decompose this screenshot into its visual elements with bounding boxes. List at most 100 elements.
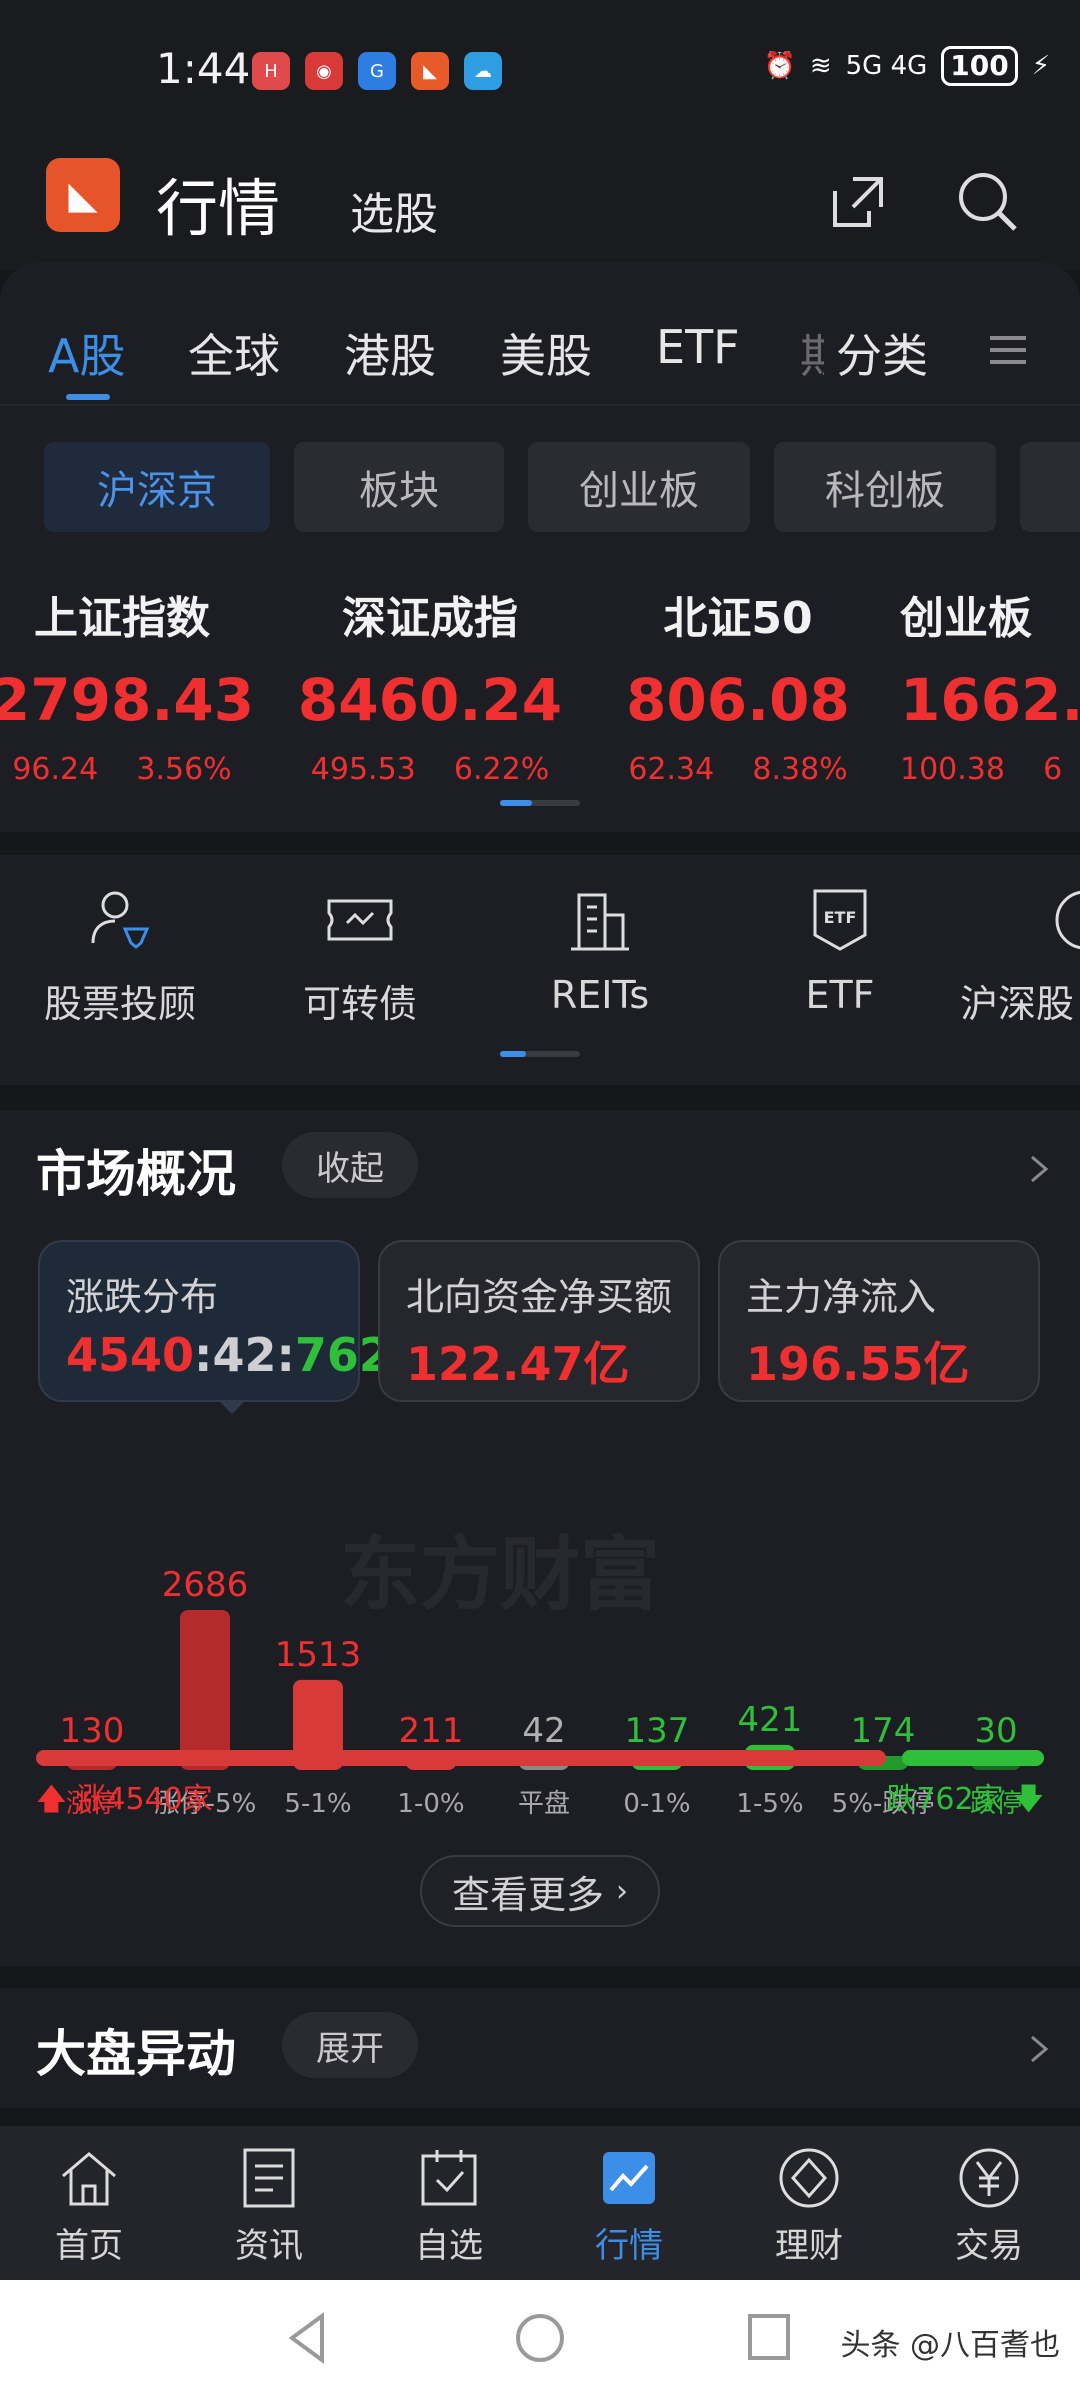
home-circle-icon[interactable]	[512, 2308, 568, 2368]
browser-icon: G	[358, 52, 396, 90]
etf-circle-icon	[1055, 890, 1080, 950]
card-advance-decline[interactable]: 涨跌分布 4540:42:762	[38, 1240, 391, 1414]
chip-sector[interactable]: 板块	[294, 442, 504, 532]
chip-star-market[interactable]: 科创板	[774, 442, 996, 532]
stock-picker-link[interactable]: 选股	[350, 178, 438, 242]
chart-value-label-8: 30	[974, 1711, 1017, 1751]
down-count-summary: 跌762家	[886, 1782, 1004, 1817]
tab-a-shares[interactable]: A股	[48, 320, 125, 386]
chart-value-label-4: 42	[522, 1711, 565, 1751]
card-northbound[interactable]: 北向资金净买额 122.47亿	[378, 1240, 700, 1402]
search-icon[interactable]	[948, 162, 1028, 242]
index-beijing50[interactable]: 北证50 806.08 62.34 8.38%	[588, 582, 888, 787]
chip-hushenjing[interactable]: 沪深京	[44, 442, 270, 532]
nav-wealth[interactable]: 理财	[744, 2146, 874, 2267]
cloud-icon: ☁	[464, 52, 502, 90]
quick-reits[interactable]: REITs	[500, 885, 700, 1017]
chart-category-label-4: 平盘	[518, 1789, 570, 1819]
nav-home[interactable]: 首页	[24, 2146, 154, 2267]
svg-text:ETF: ETF	[824, 908, 857, 927]
charging-icon: ⚡	[1031, 51, 1050, 81]
share-icon[interactable]	[818, 162, 898, 242]
wifi-icon: ≋	[809, 51, 832, 81]
tab-futures[interactable]: 期	[800, 320, 824, 386]
chart-category-label-6: 1-5%	[736, 1789, 803, 1819]
advisor-icon	[91, 891, 150, 949]
tab-etf[interactable]: ETF	[656, 320, 740, 374]
market-tabs-panel: A股 全球 港股 美股 ETF 期 分类 沪深京 板块 创业板 科创板 上证指数…	[0, 262, 1080, 832]
chart-value-label-0: 130	[60, 1711, 125, 1751]
chart-category-label-5: 0-1%	[623, 1789, 690, 1819]
tab-global[interactable]: 全球	[188, 320, 280, 386]
chart-value-label-3: 211	[399, 1711, 464, 1751]
status-bar: 1:44 H ◉ G ◣ ☁ ⏰ ≋ 5G 4G 100 ⚡	[0, 0, 1080, 140]
index-shanghai[interactable]: 上证指数 2798.43 96.24 3.56%	[0, 582, 272, 787]
alarm-icon: ⏰	[763, 51, 796, 81]
nav-watchlist[interactable]: 自选	[384, 2146, 514, 2267]
down-proportion-bar	[902, 1750, 1044, 1766]
quick-etf[interactable]: ETF ETF	[740, 885, 940, 1017]
quick-stock-advisor[interactable]: 股票投顾	[20, 885, 220, 1028]
battery-indicator: 100	[941, 46, 1018, 86]
card-main-inflow[interactable]: 主力净流入 196.55亿	[718, 1240, 1040, 1402]
chart-value-label-5: 137	[625, 1711, 690, 1751]
market-abnormal-section: 大盘异动 展开	[0, 1988, 1080, 2108]
nav-news[interactable]: 资讯	[204, 2146, 334, 2267]
arrow-down-icon: 🡇	[1013, 1782, 1044, 1817]
signal-icon: 5G 4G	[845, 51, 928, 81]
market-chart-icon	[603, 2152, 655, 2204]
market-overview: 市场概况 收起 涨跌分布 4540:42:762 北向资金净买额 122.47亿…	[0, 1110, 1080, 1966]
bottom-navigation: 首页 资讯 自选 行情 理财 交易	[0, 2126, 1080, 2280]
recent-apps-icon[interactable]	[744, 2310, 794, 2366]
index-chinext[interactable]: 创业板 1662. 100.38 6	[900, 582, 1080, 787]
expand-button[interactable]: 展开	[282, 2012, 418, 2078]
chart-value-label-1: 2686	[162, 1565, 249, 1605]
chip-more[interactable]	[1020, 442, 1080, 532]
app-logo: ◣	[46, 158, 120, 232]
trade-yen-icon	[959, 2148, 1019, 2208]
wealth-icon	[779, 2148, 839, 2208]
view-more-button[interactable]: 查看更多 ›	[420, 1855, 660, 1927]
chart-value-label-6: 421	[738, 1700, 803, 1740]
collapse-button[interactable]: 收起	[282, 1132, 418, 1198]
tab-us[interactable]: 美股	[500, 320, 592, 386]
home-icon	[62, 2152, 116, 2206]
tab-category[interactable]: 分类	[836, 320, 928, 386]
chart-category-label-3: 1-0%	[397, 1789, 464, 1819]
app-bar: ◣ 行情 选股	[0, 140, 1080, 270]
system-navigation: 头条 @八百耆也	[0, 2280, 1080, 2400]
news-icon	[243, 2148, 295, 2208]
bond-icon	[327, 899, 393, 941]
watchlist-icon	[421, 2150, 477, 2206]
chart-bar-1	[180, 1610, 230, 1770]
chevron-right-icon[interactable]	[1024, 1154, 1054, 1184]
page-title: 行情	[156, 172, 281, 245]
market-overview-title: 市场概况	[36, 1145, 236, 1203]
index-shenzhen[interactable]: 深证成指 8460.24 495.53 6.22%	[280, 582, 580, 787]
eastmoney-icon: ◣	[411, 52, 449, 90]
huawei-icon: H	[252, 52, 290, 90]
tab-hk[interactable]: 港股	[344, 320, 436, 386]
back-icon[interactable]	[282, 2308, 332, 2368]
abnormal-title: 大盘异动	[36, 2025, 236, 2083]
quick-hushen-etf[interactable]: 沪深股	[960, 885, 1080, 1028]
nav-market[interactable]: 行情	[564, 2146, 694, 2267]
menu-icon[interactable]	[988, 330, 1028, 374]
distribution-chart: 130涨停2686涨停-5%15135-1%2111-0%42平盘1370-1%…	[60, 1565, 1022, 1819]
chip-chinext[interactable]: 创业板	[528, 442, 750, 532]
status-time: 1:44	[156, 44, 251, 93]
chart-category-label-2: 5-1%	[284, 1789, 351, 1819]
source-watermark: 头条 @八百耆也	[840, 2328, 1060, 2363]
chevron-right-small-icon: ›	[616, 1873, 629, 1909]
nav-trade[interactable]: 交易	[924, 2146, 1054, 2267]
quick-pager	[500, 1051, 526, 1057]
up-count-summary: 涨4540家	[76, 1782, 213, 1817]
up-proportion-bar	[36, 1750, 886, 1766]
reits-icon	[571, 893, 629, 951]
tab-indicator	[66, 394, 110, 400]
chart-value-label-7: 174	[851, 1711, 916, 1751]
quick-links: 股票投顾 可转债 REITs ETF ETF 沪深股	[0, 855, 1080, 1085]
chevron-right-icon[interactable]	[1024, 2034, 1054, 2064]
quick-convertible-bond[interactable]: 可转债	[260, 885, 460, 1028]
index-pager	[500, 800, 532, 806]
